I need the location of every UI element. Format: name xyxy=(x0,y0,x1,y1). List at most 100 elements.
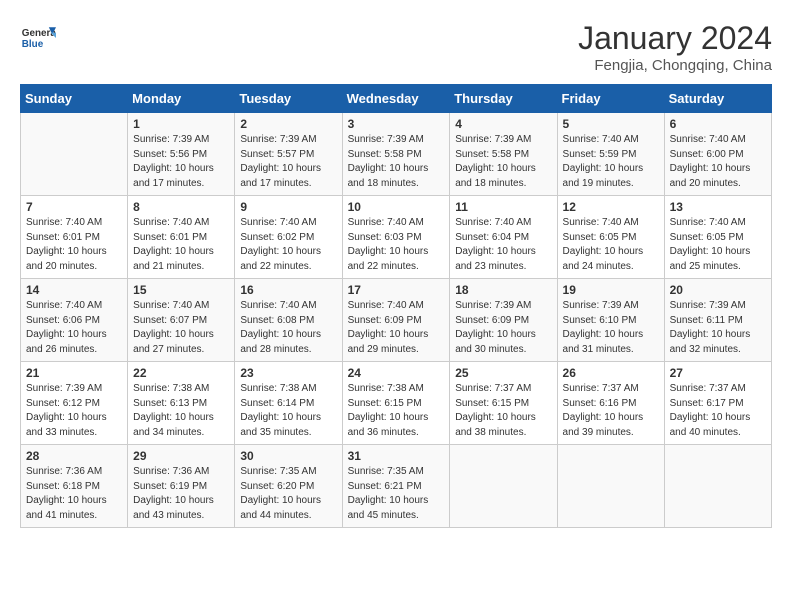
day-info: Sunrise: 7:39 AM Sunset: 6:12 PM Dayligh… xyxy=(26,382,122,440)
calendar-cell: 30 Sunrise: 7:35 AM Sunset: 6:20 PM Dayli… xyxy=(235,445,342,528)
calendar-cell: 26Sunrise: 7:37 AM Sunset: 6:16 PM Dayli… xyxy=(557,362,664,445)
day-number: 6 xyxy=(670,117,766,131)
calendar-cell: 3Sunrise: 7:39 AM Sunset: 5:58 PM Daylig… xyxy=(342,113,450,196)
header-row: SundayMondayTuesdayWednesdayThursdayFrid… xyxy=(21,85,772,113)
header-cell-saturday: Saturday xyxy=(664,85,771,113)
day-info: Sunrise: 7:40 AM Sunset: 5:59 PM Dayligh… xyxy=(563,133,659,191)
day-number: 5 xyxy=(563,117,659,131)
day-info: Sunrise: 7:40 AM Sunset: 6:07 PM Dayligh… xyxy=(133,299,229,357)
day-info: Sunrise: 7:39 AM Sunset: 6:10 PM Dayligh… xyxy=(563,299,659,357)
day-number: 1 xyxy=(133,117,229,131)
calendar-cell: 19 Sunrise: 7:39 AM Sunset: 6:10 PM Dayli… xyxy=(557,279,664,362)
header-cell-tuesday: Tuesday xyxy=(235,85,342,113)
day-number: 30 xyxy=(240,449,336,463)
calendar-cell: 8 Sunrise: 7:40 AM Sunset: 6:01 PM Daylig… xyxy=(128,196,235,279)
day-number: 19 xyxy=(563,283,659,297)
calendar-cell: 2Sunrise: 7:39 AM Sunset: 5:57 PM Daylig… xyxy=(235,113,342,196)
day-number: 13 xyxy=(670,200,766,214)
calendar-cell: 15 Sunrise: 7:40 AM Sunset: 6:07 PM Dayli… xyxy=(128,279,235,362)
day-info: Sunrise: 7:35 AM Sunset: 6:21 PM Dayligh… xyxy=(348,465,445,523)
day-number: 12 xyxy=(563,200,659,214)
day-info: Sunrise: 7:39 AM Sunset: 5:58 PM Dayligh… xyxy=(455,133,551,191)
calendar-cell: 25Sunrise: 7:37 AM Sunset: 6:15 PM Dayli… xyxy=(450,362,557,445)
calendar-week-1: 1 Sunrise: 7:39 AM Sunset: 5:56 PM Daylig… xyxy=(21,113,772,196)
day-number: 16 xyxy=(240,283,336,297)
calendar-cell: 18 Sunrise: 7:39 AM Sunset: 6:09 PM Dayli… xyxy=(450,279,557,362)
calendar-cell: 29 Sunrise: 7:36 AM Sunset: 6:19 PM Dayli… xyxy=(128,445,235,528)
calendar-cell: 10 Sunrise: 7:40 AM Sunset: 6:03 PM Dayli… xyxy=(342,196,450,279)
day-info: Sunrise: 7:38 AM Sunset: 6:15 PM Dayligh… xyxy=(348,382,445,440)
day-number: 22 xyxy=(133,366,229,380)
calendar-cell xyxy=(450,445,557,528)
calendar-week-3: 14Sunrise: 7:40 AM Sunset: 6:06 PM Dayli… xyxy=(21,279,772,362)
calendar-cell: 27 Sunrise: 7:37 AM Sunset: 6:17 PM Dayli… xyxy=(664,362,771,445)
day-number: 27 xyxy=(670,366,766,380)
day-number: 17 xyxy=(348,283,445,297)
day-info: Sunrise: 7:40 AM Sunset: 6:02 PM Dayligh… xyxy=(240,216,336,274)
day-info: Sunrise: 7:40 AM Sunset: 6:03 PM Dayligh… xyxy=(348,216,445,274)
calendar-week-5: 28 Sunrise: 7:36 AM Sunset: 6:18 PM Dayli… xyxy=(21,445,772,528)
day-number: 4 xyxy=(455,117,551,131)
day-number: 15 xyxy=(133,283,229,297)
day-info: Sunrise: 7:40 AM Sunset: 6:01 PM Dayligh… xyxy=(133,216,229,274)
calendar-cell: 28 Sunrise: 7:36 AM Sunset: 6:18 PM Dayli… xyxy=(21,445,128,528)
calendar-cell: 31 Sunrise: 7:35 AM Sunset: 6:21 PM Dayli… xyxy=(342,445,450,528)
calendar-table: SundayMondayTuesdayWednesdayThursdayFrid… xyxy=(20,84,772,528)
day-number: 18 xyxy=(455,283,551,297)
day-info: Sunrise: 7:40 AM Sunset: 6:00 PM Dayligh… xyxy=(670,133,766,191)
day-number: 7 xyxy=(26,200,122,214)
day-info: Sunrise: 7:40 AM Sunset: 6:01 PM Dayligh… xyxy=(26,216,122,274)
day-info: Sunrise: 7:37 AM Sunset: 6:17 PM Dayligh… xyxy=(670,382,766,440)
header-cell-friday: Friday xyxy=(557,85,664,113)
svg-text:Blue: Blue xyxy=(22,39,44,50)
day-info: Sunrise: 7:40 AM Sunset: 6:05 PM Dayligh… xyxy=(563,216,659,274)
day-number: 10 xyxy=(348,200,445,214)
day-info: Sunrise: 7:36 AM Sunset: 6:19 PM Dayligh… xyxy=(133,465,229,523)
day-number: 29 xyxy=(133,449,229,463)
header-cell-sunday: Sunday xyxy=(21,85,128,113)
header-cell-thursday: Thursday xyxy=(450,85,557,113)
day-number: 11 xyxy=(455,200,551,214)
day-info: Sunrise: 7:39 AM Sunset: 6:11 PM Dayligh… xyxy=(670,299,766,357)
calendar-cell: 7 Sunrise: 7:40 AM Sunset: 6:01 PM Daylig… xyxy=(21,196,128,279)
day-number: 3 xyxy=(348,117,445,131)
page-header: General Blue January 2024 Fengjia, Chong… xyxy=(20,20,772,74)
calendar-cell: 13 Sunrise: 7:40 AM Sunset: 6:05 PM Dayli… xyxy=(664,196,771,279)
day-info: Sunrise: 7:39 AM Sunset: 6:09 PM Dayligh… xyxy=(455,299,551,357)
calendar-cell: 16 Sunrise: 7:40 AM Sunset: 6:08 PM Dayli… xyxy=(235,279,342,362)
logo: General Blue xyxy=(20,20,56,56)
day-info: Sunrise: 7:38 AM Sunset: 6:13 PM Dayligh… xyxy=(133,382,229,440)
calendar-cell xyxy=(557,445,664,528)
day-info: Sunrise: 7:40 AM Sunset: 6:08 PM Dayligh… xyxy=(240,299,336,357)
calendar-cell: 5 Sunrise: 7:40 AM Sunset: 5:59 PM Daylig… xyxy=(557,113,664,196)
day-number: 9 xyxy=(240,200,336,214)
subtitle: Fengjia, Chongqing, China xyxy=(578,57,772,74)
day-number: 2 xyxy=(240,117,336,131)
calendar-cell: 4 Sunrise: 7:39 AM Sunset: 5:58 PM Daylig… xyxy=(450,113,557,196)
day-info: Sunrise: 7:36 AM Sunset: 6:18 PM Dayligh… xyxy=(26,465,122,523)
day-number: 24 xyxy=(348,366,445,380)
main-title: January 2024 xyxy=(578,20,772,57)
calendar-cell: 17Sunrise: 7:40 AM Sunset: 6:09 PM Dayli… xyxy=(342,279,450,362)
day-number: 28 xyxy=(26,449,122,463)
day-info: Sunrise: 7:39 AM Sunset: 5:56 PM Dayligh… xyxy=(133,133,229,191)
day-info: Sunrise: 7:37 AM Sunset: 6:16 PM Dayligh… xyxy=(563,382,659,440)
day-info: Sunrise: 7:35 AM Sunset: 6:20 PM Dayligh… xyxy=(240,465,336,523)
day-number: 8 xyxy=(133,200,229,214)
calendar-cell: 20 Sunrise: 7:39 AM Sunset: 6:11 PM Dayli… xyxy=(664,279,771,362)
day-info: Sunrise: 7:40 AM Sunset: 6:04 PM Dayligh… xyxy=(455,216,551,274)
day-info: Sunrise: 7:37 AM Sunset: 6:15 PM Dayligh… xyxy=(455,382,551,440)
calendar-cell xyxy=(21,113,128,196)
calendar-week-4: 21Sunrise: 7:39 AM Sunset: 6:12 PM Dayli… xyxy=(21,362,772,445)
day-info: Sunrise: 7:38 AM Sunset: 6:14 PM Dayligh… xyxy=(240,382,336,440)
day-number: 31 xyxy=(348,449,445,463)
header-cell-wednesday: Wednesday xyxy=(342,85,450,113)
day-number: 23 xyxy=(240,366,336,380)
logo-icon: General Blue xyxy=(20,20,56,56)
day-number: 20 xyxy=(670,283,766,297)
day-info: Sunrise: 7:40 AM Sunset: 6:05 PM Dayligh… xyxy=(670,216,766,274)
calendar-cell: 9 Sunrise: 7:40 AM Sunset: 6:02 PM Daylig… xyxy=(235,196,342,279)
calendar-cell: 21Sunrise: 7:39 AM Sunset: 6:12 PM Dayli… xyxy=(21,362,128,445)
title-block: January 2024 Fengjia, Chongqing, China xyxy=(578,20,772,74)
calendar-cell: 22 Sunrise: 7:38 AM Sunset: 6:13 PM Dayli… xyxy=(128,362,235,445)
